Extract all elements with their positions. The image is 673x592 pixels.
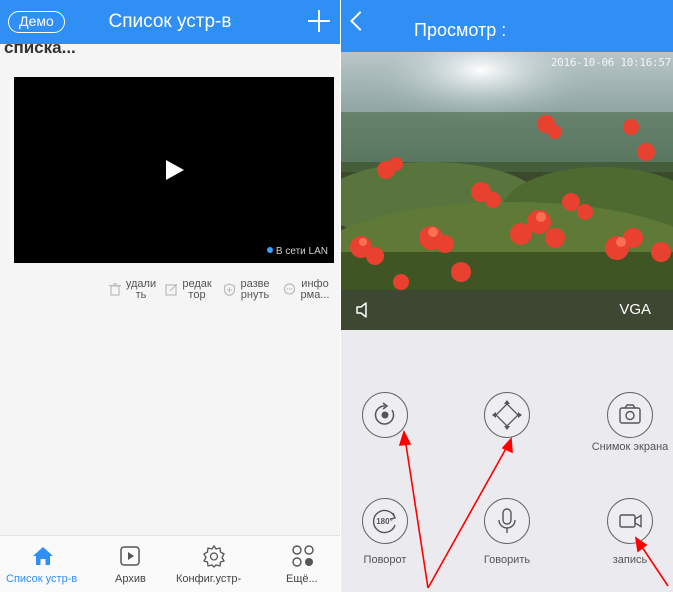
- tab-more-label: Ещё...: [286, 573, 318, 585]
- more-icon: [292, 545, 314, 567]
- play-icon[interactable]: [166, 160, 184, 180]
- info-chat-icon: [282, 283, 296, 297]
- clipped-header-text: списка...: [4, 43, 76, 57]
- rotate-icon: [374, 401, 394, 425]
- expand-label: разве рнуть: [240, 278, 270, 301]
- record-button[interactable]: [607, 498, 653, 544]
- speaker-icon[interactable]: [355, 301, 373, 319]
- device-preview[interactable]: В сети LAN: [14, 77, 334, 263]
- tab-device-config[interactable]: Конфиг.устр-: [170, 536, 260, 592]
- microphone-icon: [497, 507, 516, 533]
- video-record-icon: [618, 513, 642, 528]
- gear-icon: [203, 544, 225, 568]
- timestamp: 2016-10-06 10:16:57: [550, 56, 671, 69]
- edit-icon: [164, 283, 178, 297]
- camera-icon: [618, 403, 641, 424]
- expand-button[interactable]: разве рнуть: [222, 276, 272, 304]
- page-title: Просмотр :: [414, 20, 507, 40]
- tab-device-config-label: Конфиг.устр-: [176, 573, 242, 585]
- screenshot-label: Снимок экрана: [591, 441, 669, 453]
- home-icon: [33, 547, 53, 565]
- rotate-button[interactable]: [362, 392, 408, 438]
- lan-status-text: В сети LAN: [275, 246, 328, 257]
- tab-archive[interactable]: Архив: [100, 536, 160, 592]
- talk-button[interactable]: [484, 498, 530, 544]
- ptz-button[interactable]: [484, 392, 530, 438]
- resolution-toggle[interactable]: VGA: [619, 301, 651, 318]
- video-overlay-bar: VGA: [341, 290, 673, 330]
- online-dot-icon: [266, 247, 273, 253]
- add-device-icon[interactable]: [304, 6, 334, 36]
- camera-live-view[interactable]: 2016-10-06 10:16:57 VGA: [341, 52, 673, 330]
- delete-button[interactable]: удали ть: [108, 276, 158, 304]
- back-icon[interactable]: [350, 11, 370, 31]
- bottom-tab-bar: Список устр-в Архив Конфиг.устр- Ещё...: [0, 535, 340, 592]
- lan-status: В сети LAN: [266, 246, 328, 257]
- top-bar: Просмотр :: [341, 0, 673, 52]
- page-title: Список устр-в: [108, 11, 232, 32]
- tab-device-list[interactable]: Список устр-в: [0, 536, 85, 592]
- expand-icon: [222, 283, 236, 297]
- screenshot-button[interactable]: [607, 392, 653, 438]
- edit-button[interactable]: редак тор: [164, 276, 214, 304]
- delete-label: удали ть: [125, 278, 157, 301]
- play-archive-icon: [120, 546, 140, 566]
- camera-image: [341, 52, 673, 330]
- record-label: запись: [612, 554, 648, 566]
- control-panel: Снимок экрана 180° Поворот Говорить запи…: [341, 330, 673, 592]
- rotate-180-icon: 180°: [372, 509, 396, 533]
- top-bar: Демо Список устр-в: [0, 0, 340, 44]
- tab-more[interactable]: Ещё...: [270, 536, 336, 592]
- tab-device-list-label: Список устр-в: [6, 573, 78, 585]
- tab-archive-label: Архив: [115, 573, 146, 585]
- svg-text:180°: 180°: [376, 517, 393, 526]
- edit-label: редак тор: [182, 278, 212, 301]
- ptz-direction-icon: [491, 399, 522, 430]
- rotate-180-button[interactable]: 180°: [362, 498, 408, 544]
- talk-label: Говорить: [483, 554, 531, 566]
- info-label: инфо рма...: [300, 278, 330, 301]
- trash-icon: [108, 283, 122, 297]
- device-list-screen: Демо Список устр-в списка... В сети LAN …: [0, 0, 340, 592]
- rotate-180-label: Поворот: [363, 554, 407, 566]
- info-button[interactable]: инфо рма...: [282, 276, 332, 304]
- live-preview-screen: Просмотр : 2016-10-06 10:16:57 VGA Снимо…: [341, 0, 673, 592]
- device-actions: удали ть редак тор разве рнуть инфо рма.…: [108, 276, 336, 304]
